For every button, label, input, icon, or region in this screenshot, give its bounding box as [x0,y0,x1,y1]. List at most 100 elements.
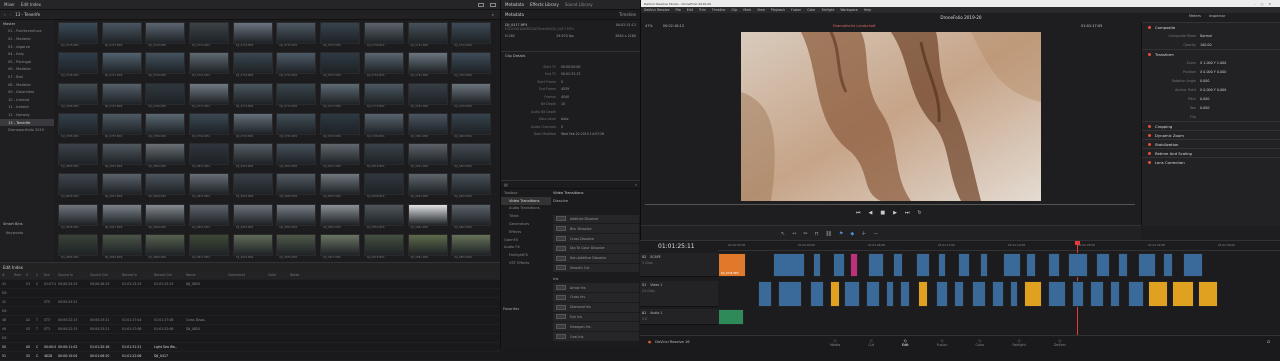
menu-item[interactable]: Playback [771,8,785,12]
clip-thumbnail[interactable]: DJI_0881.MP4 [407,233,448,262]
blade-tool-icon[interactable]: ✂ [803,231,807,237]
column-header[interactable]: V [24,273,34,277]
clip-thumbnail[interactable]: DJI_0837.MP4 [320,173,361,201]
enable-dot-icon[interactable] [1148,25,1151,29]
table-row[interactable]: 49 V2 T ST3 00:00:22:13 00:00:23:21 01:01:17:0… [0,325,500,334]
effects-tree-item[interactable]: Audio Transitions [501,205,551,213]
column-header[interactable]: Dur [42,273,56,277]
clip-thumbnail[interactable]: DJI_0819.MP4 [363,143,404,171]
column-header[interactable]: Source In [56,273,88,277]
clip-thumbnail[interactable]: DJI_0747.MP4 [101,52,142,80]
clip-thumbnail[interactable]: DJI_0793.MP4 [232,112,273,141]
effects-tree-item[interactable]: Audio FX [501,244,551,252]
video-clip[interactable] [893,253,903,277]
metadata-tab[interactable]: Metadata [505,2,524,7]
table-row[interactable]: 42 ST5 00:00:23:21 [0,298,500,307]
viewer-frame[interactable] [741,31,1041,201]
table-row[interactable]: 41 V1 C 01:07:2200:00:24:13 00:00:26:13 01:01… [0,280,500,289]
clip-thumbnail[interactable]: DJI_0845.MP4 [58,203,98,232]
transition-item[interactable]: Arrow Iris [553,283,639,292]
clip-thumbnail[interactable]: DJI_0799.MP4 [363,112,404,141]
video-clip[interactable] [866,281,880,307]
video-clip[interactable] [1118,253,1128,277]
clip-thumbnail[interactable]: DJI_0775.MP4 [276,82,317,111]
bin-item[interactable]: 07 - Bali [0,73,54,81]
bin-item[interactable]: 06 - Madeira [0,66,54,74]
video-clip[interactable] [886,281,894,307]
clip-thumbnail[interactable]: DJI_0743.MP4 [451,22,492,50]
video-clip[interactable] [1172,281,1194,307]
clip-thumbnail[interactable]: DJI_0875.MP4 [276,233,317,262]
clip-thumbnail[interactable]: DJI_0797.MP4 [320,112,361,141]
inspector-row[interactable]: Yaw 0.000 [1142,103,1280,112]
track-name[interactable]: Audio 1 [650,311,662,315]
clip-name-dropdown[interactable]: Dramatische Landschaft [833,24,876,28]
clip-thumbnail[interactable]: DJI_0735.MP4 [276,22,317,50]
transition-item[interactable]: Hexagon Iris [553,322,639,332]
property-value[interactable]: 0.000 [1200,79,1209,83]
video-clip[interactable] [1024,281,1042,307]
column-header[interactable]: Name [184,273,226,277]
inspector-section-header[interactable]: Lens Correction [1142,157,1280,166]
effects-tree-item[interactable]: FairlightFX [501,251,551,259]
video-clip[interactable] [1183,253,1203,277]
clip-thumbnail[interactable]: DJI_0791.MP4 [189,112,230,141]
bin-item[interactable]: 10 - Iceland [0,96,54,104]
enable-dot-icon[interactable] [1148,124,1151,128]
video-clip[interactable] [773,253,805,277]
video-clip[interactable] [758,281,772,307]
clip-thumbnail[interactable]: DJI_0781.MP4 [407,82,448,111]
clip-thumbnail[interactable]: DJI_0801.MP4 [407,112,448,141]
bin-item[interactable]: 12 - Norway [0,111,54,119]
menu-item[interactable]: Fusion [791,8,801,12]
video-clip[interactable] [954,281,964,307]
transition-item[interactable]: Cross Iris [553,292,639,302]
video-clip[interactable] [1096,253,1110,277]
video-clip[interactable] [936,281,948,307]
flag-icon[interactable]: ⚑ [839,231,843,237]
column-header[interactable]: Notes [288,273,318,277]
column-header[interactable]: Reel [12,273,24,277]
video-clip[interactable] [1072,281,1084,307]
video-clip[interactable] [1026,253,1036,277]
menu-item[interactable]: DaVinci Resolve [644,8,669,12]
keywords-bin[interactable]: Keywords [0,229,23,237]
audio-clip[interactable] [718,309,744,325]
clip-thumbnail[interactable]: DJI_0813.MP4 [232,143,273,171]
clip-thumbnail[interactable]: DJI_0731.MP4 [189,22,230,50]
inspector-row[interactable]: Anchor Point X 0.000 Y 0.000 [1142,85,1280,94]
clip-thumbnail[interactable]: DJI_0755.MP4 [276,52,317,80]
clip-thumbnail[interactable]: DJI_0835.MP4 [276,173,317,201]
clip-thumbnail[interactable]: DJI_0825.MP4 [58,173,98,201]
clip-thumbnail[interactable]: DJI_0783.MP4 [451,82,492,111]
clip-thumbnail[interactable]: DJI_0769.MP4 [145,82,186,111]
clip-thumbnail[interactable]: DJI_0759.MP4 [363,52,404,80]
video-clip[interactable] [972,281,986,307]
effects-tree-item[interactable]: Video Transitions [501,196,551,205]
inspector-section-header[interactable]: Retime And Scaling [1142,148,1280,157]
sidebar-toggle-icon[interactable]: ▤ [504,182,508,187]
play-icon[interactable]: ▶ [893,210,897,216]
inspector-row[interactable]: Zoom X 1.000 Y 1.000 [1142,58,1280,67]
clip-thumbnail[interactable]: DJI_0843.MP4 [451,173,492,201]
bin-item[interactable]: 04 - Italy [0,50,54,58]
enable-dot-icon[interactable] [1148,160,1151,164]
inspector-row[interactable]: Opacity 100.00 [1142,40,1280,49]
zoom-in-icon[interactable]: ＋ [861,230,866,237]
video-clip[interactable] [830,281,840,307]
video-clip[interactable] [992,281,1004,307]
clip-thumbnail[interactable]: DJI_0805.MP4 [58,143,98,171]
clip-thumbnail[interactable]: DJI_0729.MP4 [145,22,186,50]
video-clip[interactable] [1110,281,1120,307]
playhead-handle[interactable] [1075,241,1080,245]
clip-thumbnail[interactable]: DJI_0823.MP4 [451,143,492,171]
video-clip[interactable] [918,281,928,307]
link-icon[interactable]: ⛓ [826,231,832,237]
clip-thumbnail[interactable]: DJI_0827.MP4 [101,173,142,201]
enable-dot-icon[interactable] [1148,151,1151,155]
marker-icon[interactable]: ◆ [850,231,854,237]
play-reverse-icon[interactable]: ◀ [869,210,873,216]
clip-thumbnail[interactable]: DJI_0733.MP4 [232,22,273,50]
clip-thumbnail[interactable]: DJI_0727.MP4 [101,22,142,50]
effects-tree-item[interactable]: VST Effects [501,259,551,267]
